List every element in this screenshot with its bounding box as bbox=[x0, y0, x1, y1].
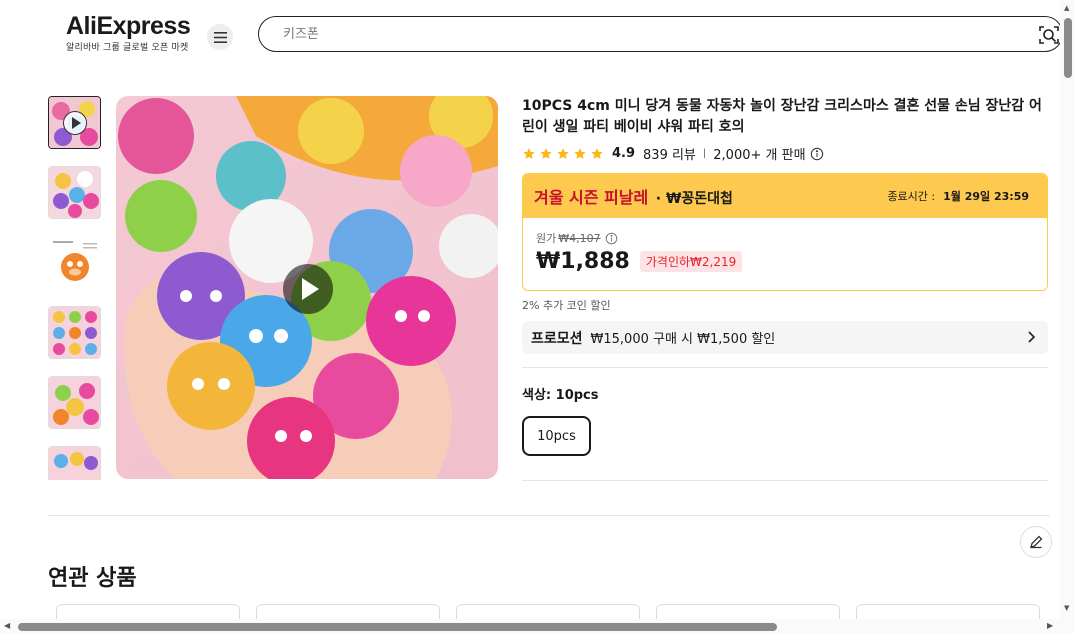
horizontal-scrollbar[interactable]: ◀ ▶ bbox=[0, 619, 1060, 633]
star-icon bbox=[574, 147, 586, 159]
current-price: ₩1,888 bbox=[536, 249, 630, 274]
original-price: ₩4,107 bbox=[558, 231, 601, 245]
sale-end-time: 종료시간 : 1월 29일 23:59 bbox=[887, 188, 1029, 204]
original-price-label: 원가 bbox=[536, 232, 557, 245]
separator: | bbox=[702, 148, 707, 159]
vertical-scrollbar[interactable]: ▲ ▼ bbox=[1060, 0, 1075, 633]
search-input[interactable] bbox=[283, 26, 983, 42]
star-icon bbox=[557, 147, 569, 159]
rating-row: 4.9 839 리뷰 | 2,000+ 개 판매 bbox=[522, 144, 1048, 163]
discount-badge: 가격인하₩2,219 bbox=[639, 251, 743, 272]
promotion-tag: 프로모션 bbox=[531, 330, 583, 347]
color-option[interactable]: 10pcs bbox=[522, 416, 591, 456]
original-price-row: 원가 ₩4,107 bbox=[536, 230, 1034, 246]
review-count[interactable]: 839 리뷰 bbox=[643, 144, 696, 163]
price-section: 원가 ₩4,107 ₩1,888 가격인하₩2,219 bbox=[523, 218, 1047, 290]
menu-button[interactable] bbox=[207, 24, 233, 50]
sale-promo-box: 겨울 시즌 피날레 · ₩꽁돈대첩 종료시간 : 1월 29일 23:59 원가 … bbox=[522, 173, 1048, 291]
promotion-text: ₩15,000 구매 시 ₩1,500 할인 bbox=[590, 332, 776, 347]
logo-text: AliExpress bbox=[66, 12, 191, 40]
info-icon[interactable] bbox=[605, 232, 618, 245]
thumbnail-image[interactable] bbox=[48, 376, 101, 429]
end-time-value: 1월 29일 23:59 bbox=[943, 190, 1029, 203]
thumbnail-image[interactable] bbox=[48, 306, 101, 359]
product-info: 10PCS 4cm 미니 당겨 동물 자동차 놀이 장난감 크리스마스 결혼 선… bbox=[522, 96, 1048, 481]
edit-button[interactable] bbox=[1020, 526, 1052, 558]
sale-title-text: 겨울 시즌 피날레 bbox=[534, 188, 649, 207]
scroll-up-icon[interactable]: ▲ bbox=[1064, 4, 1069, 12]
sale-title: 겨울 시즌 피날레 · ₩꽁돈대첩 bbox=[534, 184, 733, 208]
chevron-right-icon bbox=[1028, 331, 1036, 343]
play-icon bbox=[63, 111, 87, 135]
scroll-right-icon[interactable]: ▶ bbox=[1047, 621, 1053, 630]
thumbnail-video[interactable] bbox=[48, 96, 101, 149]
color-label: 색상: 10pcs bbox=[522, 388, 599, 403]
star-icon bbox=[523, 147, 535, 159]
section-divider bbox=[48, 515, 1050, 516]
sale-banner: 겨울 시즌 피날레 · ₩꽁돈대첩 종료시간 : 1월 29일 23:59 bbox=[523, 174, 1047, 218]
aliexpress-logo[interactable]: AliExpress 알리바바 그룹 글로벌 오픈 마켓 bbox=[66, 12, 191, 53]
promotion-bar[interactable]: 프로모션 ₩15,000 구매 시 ₩1,500 할인 bbox=[522, 321, 1048, 354]
hamburger-icon bbox=[213, 31, 227, 43]
pencil-icon bbox=[1030, 535, 1043, 549]
scroll-left-icon[interactable]: ◀ bbox=[4, 621, 10, 630]
coin-discount: 2% 추가 코인 할인 bbox=[522, 299, 611, 312]
end-time-label: 종료시간 : bbox=[887, 190, 936, 203]
info-icon[interactable] bbox=[810, 147, 824, 161]
scroll-thumb[interactable] bbox=[1064, 18, 1072, 78]
main-product-image[interactable] bbox=[116, 96, 498, 479]
thumbnail-image[interactable] bbox=[48, 166, 101, 219]
search-bar bbox=[258, 16, 1063, 52]
thumbnail-image[interactable] bbox=[48, 236, 101, 289]
rating-value: 4.9 bbox=[612, 146, 636, 161]
video-play-button[interactable] bbox=[283, 264, 333, 314]
sale-subtitle: · ₩꽁돈대첩 bbox=[655, 191, 733, 207]
star-icon bbox=[540, 147, 552, 159]
logo-subtitle: 알리바바 그룹 글로벌 오픈 마켓 bbox=[66, 43, 189, 53]
scroll-thumb[interactable] bbox=[18, 623, 777, 631]
image-search-icon[interactable] bbox=[1038, 24, 1060, 46]
sold-count: 2,000+ 개 판매 bbox=[713, 148, 806, 163]
related-products-title: 연관 상품 bbox=[48, 566, 137, 591]
thumbnail-image[interactable] bbox=[48, 446, 101, 480]
divider bbox=[522, 367, 1048, 368]
price-row: ₩1,888 가격인하₩2,219 bbox=[536, 249, 1034, 274]
thumbnail-gallery bbox=[48, 96, 102, 480]
divider bbox=[522, 480, 1048, 481]
scroll-down-icon[interactable]: ▼ bbox=[1064, 604, 1069, 612]
product-title: 10PCS 4cm 미니 당겨 동물 자동차 놀이 장난감 크리스마스 결혼 선… bbox=[522, 98, 1042, 135]
star-rating bbox=[522, 147, 604, 161]
star-icon bbox=[591, 147, 603, 159]
